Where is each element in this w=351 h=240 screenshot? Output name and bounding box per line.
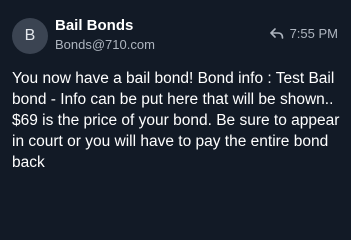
message-time: 7:55 PM	[289, 26, 338, 41]
message-body: You now have a bail bond! Bond info : Te…	[12, 68, 342, 173]
message-header: B Bail Bonds Bonds@710.com 7:55 PM	[12, 16, 338, 54]
message-paragraph: You now have a bail bond! Bond info : Te…	[12, 70, 335, 108]
sender-name[interactable]: Bail Bonds	[55, 17, 133, 34]
message-paragraph: $69 is the price of your bond. Be sure t…	[12, 112, 340, 171]
message-meta: 7:55 PM	[269, 26, 338, 41]
sender-avatar[interactable]: B	[12, 18, 48, 54]
sender-email[interactable]: Bonds@710.com	[55, 37, 155, 52]
reply-arrow-icon[interactable]	[269, 27, 284, 40]
